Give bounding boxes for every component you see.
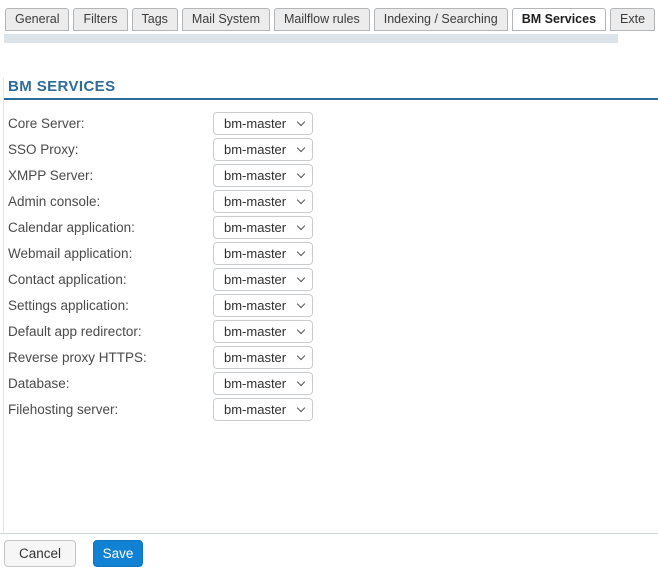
form-row: Contact application: bm-master: [4, 266, 658, 292]
field-label: Filehosting server:: [8, 402, 213, 417]
form-row: Reverse proxy HTTPS: bm-master: [4, 344, 658, 370]
field-label: Database:: [8, 376, 213, 391]
tab-general[interactable]: General: [5, 8, 69, 31]
form-row: Database: bm-master: [4, 370, 658, 396]
select-wrap: bm-master: [213, 138, 313, 161]
select-wrap: bm-master: [213, 346, 313, 369]
cancel-button[interactable]: Cancel: [4, 540, 76, 567]
field-label: Webmail application:: [8, 246, 213, 261]
field-label: Reverse proxy HTTPS:: [8, 350, 213, 365]
field-label: Core Server:: [8, 116, 213, 131]
reverse-proxy-https-select[interactable]: bm-master: [213, 346, 313, 369]
tab-filters[interactable]: Filters: [73, 8, 127, 31]
select-wrap: bm-master: [213, 294, 313, 317]
select-wrap: bm-master: [213, 190, 313, 213]
select-wrap: bm-master: [213, 112, 313, 135]
page-title: BM SERVICES: [8, 78, 658, 95]
field-label: Default app redirector:: [8, 324, 213, 339]
select-wrap: bm-master: [213, 268, 313, 291]
tab-bar: GeneralFiltersTagsMail SystemMailflow ru…: [0, 0, 658, 31]
tab-mailflow-rules[interactable]: Mailflow rules: [274, 8, 370, 31]
field-label: SSO Proxy:: [8, 142, 213, 157]
select-wrap: bm-master: [213, 164, 313, 187]
tab-indexing-searching[interactable]: Indexing / Searching: [374, 8, 508, 31]
form-row: Default app redirector: bm-master: [4, 318, 658, 344]
heading-rule: [4, 98, 658, 100]
database-select[interactable]: bm-master: [213, 372, 313, 395]
select-wrap: bm-master: [213, 398, 313, 421]
select-wrap: bm-master: [213, 216, 313, 239]
form-row: Admin console: bm-master: [4, 188, 658, 214]
select-wrap: bm-master: [213, 320, 313, 343]
field-label: Admin console:: [8, 194, 213, 209]
form-row: Filehosting server: bm-master: [4, 396, 658, 422]
form-row: XMPP Server: bm-master: [4, 162, 658, 188]
field-label: Settings application:: [8, 298, 213, 313]
calendar-application-select[interactable]: bm-master: [213, 216, 313, 239]
tab-exte[interactable]: Exte: [610, 8, 655, 31]
tab-bm-services[interactable]: BM Services: [512, 8, 606, 31]
default-app-redirector-select[interactable]: bm-master: [213, 320, 313, 343]
form-row: Calendar application: bm-master: [4, 214, 658, 240]
form-row: Settings application: bm-master: [4, 292, 658, 318]
field-label: Calendar application:: [8, 220, 213, 235]
services-form: Core Server: bm-master SSO Proxy: bm-mas…: [4, 110, 658, 422]
xmpp-server-select[interactable]: bm-master: [213, 164, 313, 187]
tab-tags[interactable]: Tags: [132, 8, 178, 31]
filehosting-server-select[interactable]: bm-master: [213, 398, 313, 421]
field-label: Contact application:: [8, 272, 213, 287]
form-row: Core Server: bm-master: [4, 110, 658, 136]
contact-application-select[interactable]: bm-master: [213, 268, 313, 291]
footer: Cancel Save: [0, 533, 658, 567]
field-label: XMPP Server:: [8, 168, 213, 183]
webmail-application-select[interactable]: bm-master: [213, 242, 313, 265]
core-server-select[interactable]: bm-master: [213, 112, 313, 135]
sso-proxy-select[interactable]: bm-master: [213, 138, 313, 161]
select-wrap: bm-master: [213, 242, 313, 265]
admin-console-select[interactable]: bm-master: [213, 190, 313, 213]
content-panel: BM SERVICES Core Server: bm-master SSO P…: [3, 78, 658, 533]
tab-mail-system[interactable]: Mail System: [182, 8, 270, 31]
select-wrap: bm-master: [213, 372, 313, 395]
save-button[interactable]: Save: [93, 540, 143, 567]
form-row: SSO Proxy: bm-master: [4, 136, 658, 162]
active-tab-band: [4, 34, 618, 43]
settings-application-select[interactable]: bm-master: [213, 294, 313, 317]
form-row: Webmail application: bm-master: [4, 240, 658, 266]
